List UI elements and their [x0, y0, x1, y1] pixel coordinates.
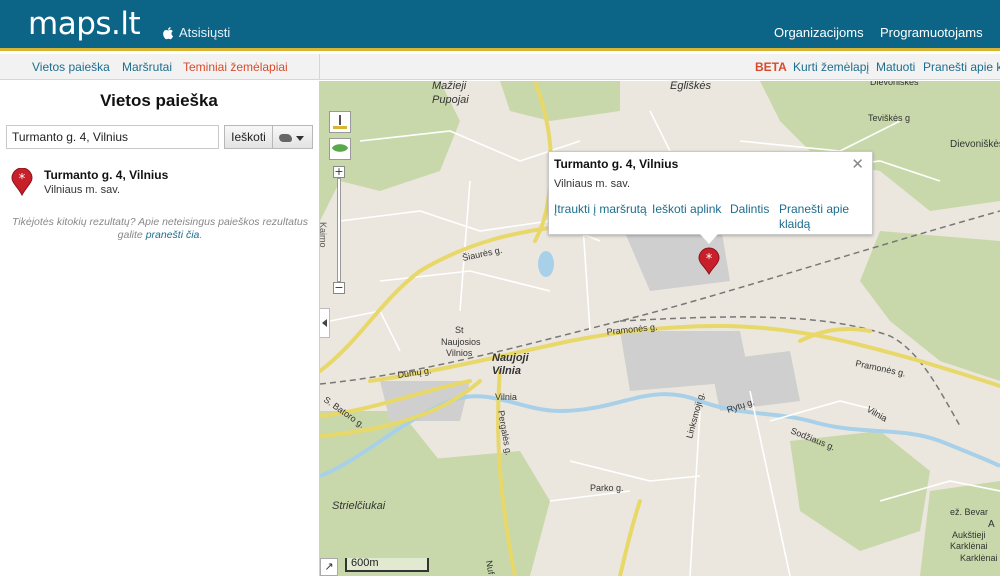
svg-text:Strielčiukai: Strielčiukai [332, 500, 386, 512]
svg-text:Dievoniškės: Dievoniškės [870, 81, 919, 87]
map-scale-bar: 600m [345, 558, 429, 572]
layers-button[interactable] [329, 138, 351, 160]
svg-text:Karklėnai: Karklėnai [950, 541, 988, 551]
subbar-divider [319, 54, 320, 80]
expand-corner-button[interactable]: ↗ [320, 558, 338, 576]
svg-text:Aukštieji: Aukštieji [952, 530, 986, 540]
panel-title: Vietos paieška [100, 91, 218, 110]
edit-tool-button[interactable] [329, 111, 351, 133]
svg-text:Vilnia: Vilnia [492, 365, 521, 377]
svg-text:Parko g.: Parko g. [590, 483, 624, 493]
collapse-panel-button[interactable] [320, 308, 330, 338]
add-to-route-link[interactable]: Įtraukti į maršrutą [554, 202, 647, 217]
nav-developers[interactable]: Programuotojams [880, 25, 983, 40]
svg-text:Teviškės g: Teviškės g [868, 113, 910, 123]
popup-title: Turmanto g. 4, Vilnius [554, 157, 679, 171]
svg-text:Pupojai: Pupojai [432, 94, 469, 106]
layers-icon [332, 144, 348, 152]
tab-thematic-maps[interactable]: Teminiai žemėlapiai [183, 60, 288, 74]
search-panel: Vietos paieška Ieškoti * Turmanto g. 4, … [0, 81, 320, 576]
svg-text:*: * [19, 172, 26, 187]
chevron-down-icon [296, 136, 304, 141]
svg-text:A: A [988, 519, 995, 530]
tab-routes[interactable]: Maršrutai [122, 60, 172, 74]
download-link[interactable]: Atsisiųsti [162, 25, 230, 40]
search-input[interactable] [6, 125, 219, 149]
svg-text:St: St [455, 325, 464, 335]
zoom-level-label: Kaimo [318, 222, 328, 248]
share-link[interactable]: Dalintis [730, 202, 769, 217]
note-end: . [199, 229, 203, 241]
svg-text:*: * [706, 252, 713, 267]
svg-text:Naujosios: Naujosios [441, 337, 481, 347]
measure-link[interactable]: Matuoti [876, 60, 915, 74]
search-nearby-link[interactable]: Ieškoti aplink [652, 202, 721, 217]
zoom-track[interactable] [337, 178, 341, 282]
report-error-link[interactable]: Pranešti apie klaidą [779, 202, 869, 232]
tab-place-search[interactable]: Vietos paieška [32, 60, 110, 74]
svg-text:Vilnia: Vilnia [495, 392, 517, 402]
apple-icon [163, 26, 173, 39]
popup-subtitle: Vilniaus m. sav. [554, 178, 631, 190]
svg-text:Vilnios: Vilnios [446, 348, 473, 358]
top-header: maps.lt Atsisiųsti Organizacijoms Progra… [0, 0, 1000, 51]
svg-text:Eglīškės: Eglīškės [670, 81, 711, 92]
location-popup: Turmanto g. 4, Vilnius Vilniaus m. sav. … [548, 151, 873, 244]
site-logo[interactable]: maps.lt [28, 6, 141, 42]
map-marker-icon: * [11, 168, 33, 196]
svg-text:ež. Bevar: ež. Bevar [950, 507, 988, 517]
beta-badge: BETA [755, 60, 787, 74]
region-icon [279, 134, 292, 142]
pond [538, 251, 554, 277]
report-here-link[interactable]: pranešti čia [146, 229, 200, 241]
zoom-in-button[interactable]: + [333, 166, 345, 178]
popup-pointer [700, 234, 718, 244]
search-options-dropdown[interactable] [273, 125, 313, 149]
create-map-link[interactable]: Kurti žemėlapį [793, 60, 869, 74]
search-feedback-note: Tikėjotės kitokių rezultatų? Apie neteis… [10, 216, 310, 242]
zoom-slider[interactable]: + − [333, 166, 345, 294]
result-subtitle: Vilniaus m. sav. [44, 184, 121, 196]
svg-text:Karklėnai: Karklėnai [960, 553, 998, 563]
result-title: Turmanto g. 4, Vilnius [44, 168, 169, 182]
search-button[interactable]: Ieškoti [224, 125, 273, 149]
svg-text:Dievoniškės: Dievoniškės [950, 139, 1000, 150]
brush-icon [333, 115, 347, 129]
svg-text:Naujoji: Naujoji [492, 352, 530, 364]
nav-organizations[interactable]: Organizacijoms [774, 25, 864, 40]
svg-text:Mažieji: Mažieji [432, 81, 467, 92]
report-link[interactable]: Pranešti apie k [923, 60, 1000, 74]
zoom-out-button[interactable]: − [333, 282, 345, 294]
chevron-left-icon [322, 319, 327, 327]
download-label: Atsisiųsti [179, 25, 231, 40]
close-icon[interactable]: ✕ [851, 155, 864, 173]
sub-navigation: Vietos paieška Maršrutai Teminiai žemėla… [0, 54, 1000, 80]
